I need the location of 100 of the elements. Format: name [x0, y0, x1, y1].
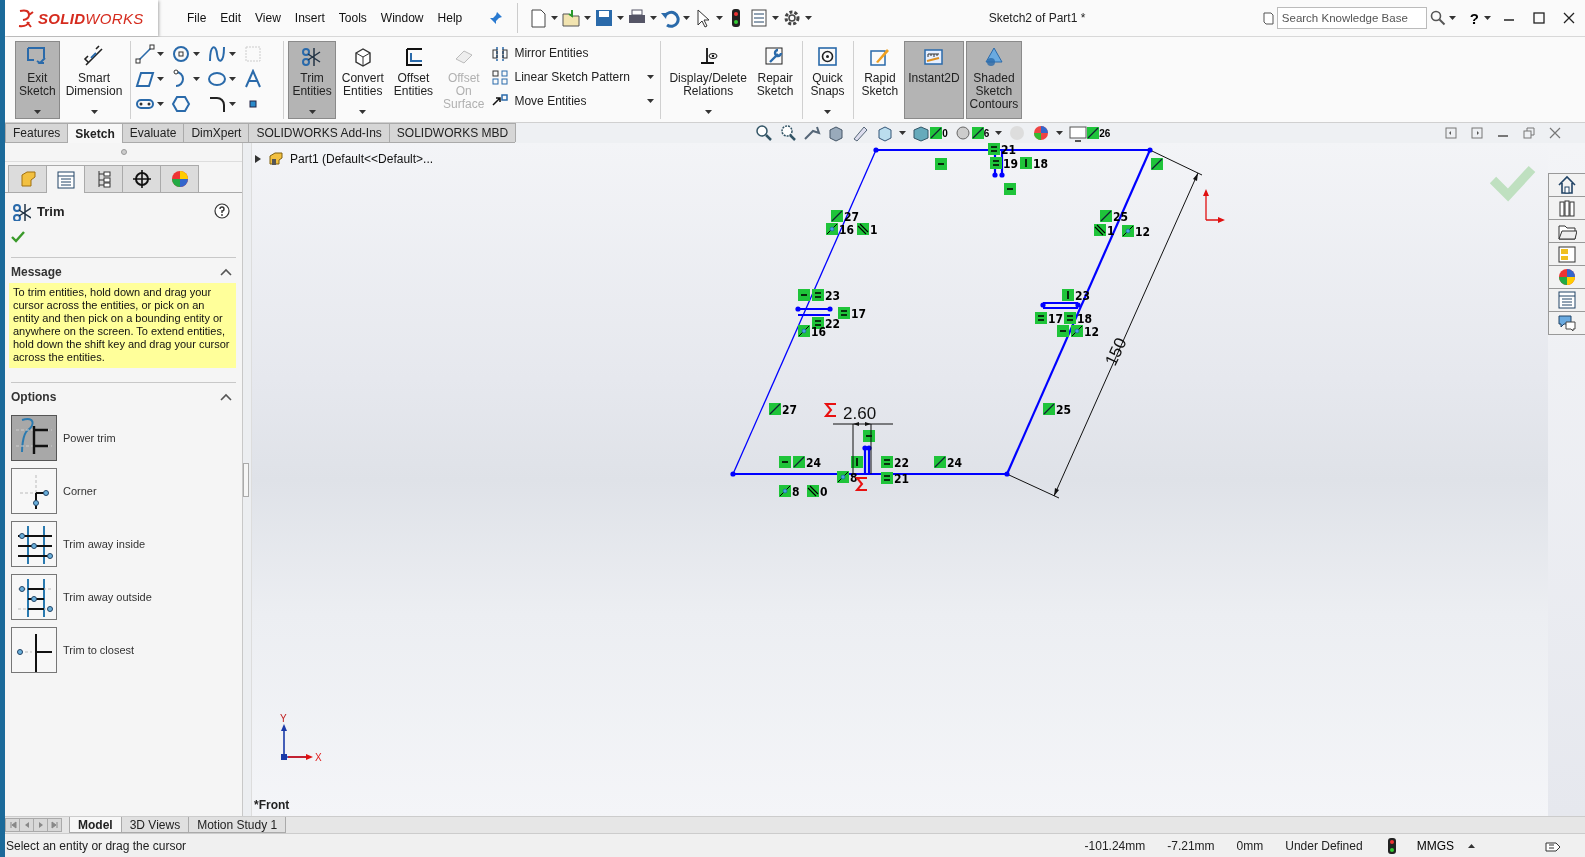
caret-icon[interactable] [157, 76, 165, 81]
relation-icon[interactable] [1071, 325, 1083, 337]
caret-icon[interactable] [995, 131, 1003, 135]
relation-icon[interactable] [769, 403, 781, 415]
scene-icon[interactable] [1032, 124, 1051, 142]
maximize-icon[interactable] [1533, 12, 1545, 24]
caret-icon[interactable] [157, 101, 165, 106]
sketch-point[interactable] [730, 471, 736, 477]
dimension-line[interactable] [832, 422, 894, 475]
traffic-light-icon[interactable] [1386, 837, 1397, 854]
ribbon-button[interactable]: Trim Entities [288, 41, 336, 119]
caret-icon[interactable] [193, 51, 201, 56]
close-icon[interactable] [1563, 12, 1575, 24]
task-pane-tab[interactable] [1548, 196, 1585, 220]
tile-right-icon[interactable] [1471, 127, 1483, 139]
caret-icon[interactable] [193, 76, 201, 81]
menu-item[interactable]: Tools [331, 11, 374, 25]
relation-icon[interactable] [1035, 312, 1047, 324]
sketch-point[interactable] [827, 306, 833, 312]
caret-icon[interactable] [899, 131, 907, 135]
previous-view-icon[interactable] [803, 124, 822, 142]
menu-item[interactable]: Window [373, 11, 431, 25]
model-tab[interactable]: Model [69, 817, 122, 833]
panel-tab[interactable] [122, 165, 161, 192]
ribbon-button[interactable]: Convert Entities [337, 41, 388, 119]
sketch-point[interactable] [992, 172, 998, 178]
caret-icon[interactable] [308, 110, 316, 114]
caret-icon[interactable] [584, 16, 592, 20]
relation-icon[interactable] [831, 210, 843, 222]
model-tab[interactable]: Motion Study 1 [188, 817, 287, 833]
help-icon[interactable] [214, 203, 230, 219]
relation-icon[interactable] [838, 307, 850, 319]
caret-icon[interactable] [90, 110, 98, 114]
caret-icon[interactable] [551, 16, 559, 20]
relation-icon[interactable] [857, 223, 869, 235]
relation-icon[interactable] [807, 485, 819, 497]
hide-show-icon[interactable] [953, 124, 972, 142]
sketch-line[interactable] [732, 149, 877, 475]
command-tab[interactable]: SOLIDWORKS Add-Ins [248, 123, 390, 142]
line-icon[interactable] [135, 43, 156, 64]
units-menu[interactable]: MMGS [1416, 838, 1454, 853]
relation-icon[interactable] [1062, 289, 1074, 301]
relation-icon[interactable] [935, 158, 947, 170]
undo-icon[interactable] [660, 8, 681, 28]
command-tab[interactable]: Features [5, 123, 69, 142]
relation-icon[interactable] [798, 289, 810, 301]
sketch-point[interactable] [999, 172, 1005, 178]
relation-icon[interactable] [798, 325, 810, 337]
option-item[interactable]: Trim away outside [11, 574, 152, 620]
monitor-icon[interactable] [1069, 124, 1088, 142]
task-pane-tab[interactable] [1548, 311, 1585, 335]
caret-icon[interactable] [772, 16, 780, 20]
splitter-handle[interactable] [243, 462, 249, 497]
ribbon-list-item[interactable]: Mirror Entities [490, 43, 657, 63]
ribbon-button[interactable]: Shaded Sketch Contours [965, 41, 1023, 119]
ribbon-button[interactable]: Exit Sketch [15, 41, 60, 119]
circle-icon[interactable] [171, 43, 192, 64]
caret-icon[interactable] [704, 110, 712, 114]
relation-icon[interactable] [812, 317, 824, 329]
option-item[interactable]: Trim away inside [11, 521, 146, 567]
ribbon-button[interactable]: Repair Sketch [752, 41, 798, 119]
grip-icon[interactable] [120, 149, 127, 155]
relation-icon[interactable] [1122, 225, 1134, 237]
menu-item[interactable]: Edit [213, 11, 249, 25]
pin-icon[interactable] [489, 11, 504, 25]
caret-icon[interactable] [1056, 131, 1064, 135]
ribbon-button[interactable]: Instant2D [904, 41, 964, 119]
save-icon[interactable] [594, 8, 615, 28]
relation-icon[interactable] [988, 143, 1000, 155]
relation-icon[interactable] [812, 289, 824, 301]
menu-item[interactable]: File [180, 11, 214, 25]
caret-icon[interactable] [359, 110, 367, 114]
ribbon-button[interactable]: Smart Dimension [61, 41, 127, 119]
restore-icon[interactable] [1523, 127, 1535, 139]
caret-icon[interactable] [716, 16, 724, 20]
tile-left-icon[interactable] [1445, 127, 1457, 139]
option-item[interactable]: Trim to closest [11, 627, 135, 673]
menu-item[interactable]: Help [430, 11, 470, 25]
dimension-value[interactable]: 150 [1101, 334, 1131, 369]
caret-icon[interactable] [33, 110, 41, 114]
relation-icon[interactable] [1043, 403, 1055, 415]
relation-icon[interactable] [1151, 158, 1163, 170]
ribbon-list-item[interactable]: Linear Sketch Pattern [490, 67, 657, 87]
slot-shape[interactable] [1041, 301, 1080, 310]
sketch-point[interactable] [1147, 147, 1153, 153]
relation-icon[interactable] [837, 471, 849, 483]
dimension-value[interactable]: 2.60 [843, 404, 877, 423]
command-tab[interactable]: Sketch [67, 123, 123, 143]
spline-icon[interactable] [207, 43, 228, 64]
zoom-fit-icon[interactable] [755, 124, 774, 142]
zoom-area-icon[interactable] [779, 124, 798, 142]
caret-icon[interactable] [824, 110, 832, 114]
search-field[interactable]: Search Knowledge Base [1276, 7, 1427, 29]
caret-icon[interactable] [1448, 16, 1456, 20]
caret-up-icon[interactable] [1468, 843, 1475, 848]
caret-icon[interactable] [683, 16, 691, 20]
caret-icon[interactable] [650, 16, 658, 20]
command-tab[interactable]: SOLIDWORKS MBD [388, 123, 517, 142]
sketch-point[interactable] [866, 445, 872, 451]
text-icon[interactable] [243, 68, 264, 89]
